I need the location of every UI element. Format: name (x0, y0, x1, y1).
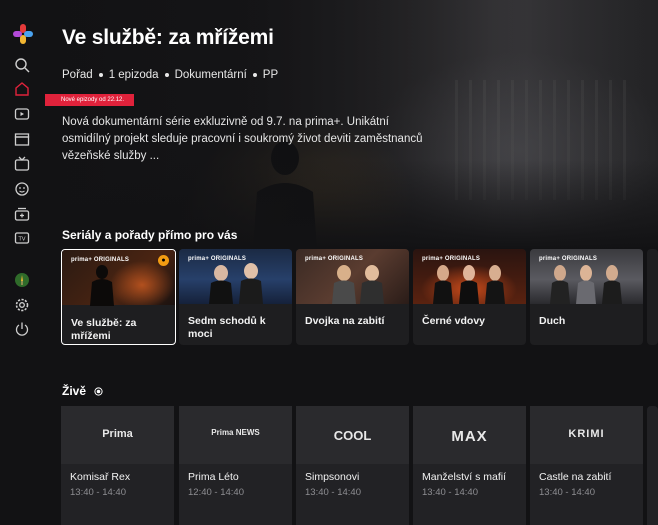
show-card-brand: prima+ ORIGINALS (188, 256, 247, 262)
live-indicator-icon (94, 387, 103, 396)
tv-add-icon[interactable] (13, 205, 31, 223)
live-show-title: Komisař Rex (70, 471, 131, 483)
channel-logo: COOL (333, 428, 372, 443)
live-show-time: 13:40 - 14:40 (539, 487, 595, 498)
channel-logo: KRIMI (568, 428, 605, 440)
live-show-time: 12:40 - 14:40 (188, 487, 244, 498)
show-card-brand: prima+ ORIGINALS (422, 256, 481, 262)
live-channel-card[interactable]: KRIMI Castle na zabití 13:40 - 14:40 (530, 406, 643, 525)
live-channel-card-partial[interactable] (647, 406, 658, 525)
show-card[interactable]: prima+ ORIGINALS Duch (530, 249, 643, 345)
settings-icon[interactable] (13, 296, 31, 314)
profile-avatar-icon[interactable] (13, 271, 31, 289)
show-card[interactable]: prima+ ORIGINALS ● Ve službě: za mřížemi (61, 249, 176, 345)
live-show-time: 13:40 - 14:40 (70, 487, 126, 498)
live-show-time: 13:40 - 14:40 (422, 487, 478, 498)
show-card-brand: prima+ ORIGINALS (305, 256, 364, 262)
prima-plus-logo-icon[interactable] (12, 23, 34, 45)
kids-icon[interactable] (13, 180, 31, 198)
show-card-thumbnail: prima+ ORIGINALS (179, 249, 292, 304)
show-card-thumbnail: prima+ ORIGINALS ● (62, 250, 175, 306)
live-channel-card[interactable]: Prima NEWS Prima Léto 12:40 - 14:40 (179, 406, 292, 525)
channel-logo: Prima NEWS (211, 428, 260, 437)
live-show-title: Simpsonovi (305, 471, 360, 483)
meta-genre: Dokumentární (174, 69, 247, 81)
show-card-title: Duch (539, 315, 566, 327)
tv-guide-icon[interactable]: TV (13, 229, 31, 247)
show-meta: Pořad 1 epizoda Dokumentární PP (62, 69, 278, 81)
play-icon[interactable] (13, 105, 31, 123)
home-icon[interactable] (13, 80, 31, 98)
show-card-title: Sedm schodů k moci (188, 315, 266, 340)
live-show-time: 13:40 - 14:40 (305, 487, 361, 498)
search-icon[interactable] (13, 56, 31, 74)
channel-logo: MAX (451, 428, 488, 445)
lock-icon: ● (158, 255, 169, 266)
show-card-partial[interactable] (647, 249, 658, 345)
power-icon[interactable] (13, 320, 31, 338)
show-card-brand: prima+ ORIGINALS (539, 256, 598, 262)
show-card[interactable]: prima+ ORIGINALS Černé vdovy (413, 249, 526, 345)
show-card-thumbnail: prima+ ORIGINALS (413, 249, 526, 304)
live-show-title: Manželství s mafií (422, 471, 507, 483)
show-card-title: Ve službě: za mřížemi (71, 317, 137, 342)
live-channel-card[interactable]: MAX Manželství s mafií 13:40 - 14:40 (413, 406, 526, 525)
show-card-thumbnail: prima+ ORIGINALS (296, 249, 409, 304)
show-card-thumbnail: prima+ ORIGINALS (530, 249, 643, 304)
svg-text:TV: TV (17, 237, 25, 243)
show-card[interactable]: prima+ ORIGINALS Dvojka na zabití (296, 249, 409, 345)
channel-logo: Prima (102, 428, 133, 440)
show-card[interactable]: prima+ ORIGINALS Sedm schodů k moci (179, 249, 292, 345)
meta-type: Pořad (62, 69, 93, 81)
tv-icon[interactable] (13, 155, 31, 173)
clapperboard-icon[interactable] (13, 130, 31, 148)
live-channel-card[interactable]: Prima Komisař Rex 13:40 - 14:40 (61, 406, 174, 525)
show-card-title: Černé vdovy (422, 315, 486, 327)
sidebar: TV (0, 0, 44, 525)
live-show-title: Castle na zabití (539, 471, 612, 483)
live-show-title: Prima Léto (188, 471, 239, 483)
meta-rating: PP (262, 69, 279, 81)
live-channel-card[interactable]: COOL Simpsonovi 13:40 - 14:40 (296, 406, 409, 525)
live-section-title: Živě (62, 384, 103, 398)
page-title: Ve službě: za mřížemi (62, 26, 274, 49)
meta-episodes: 1 epizoda (108, 69, 159, 81)
new-episodes-badge: Nové epizody od 22.12. (45, 94, 135, 106)
recommended-section-title: Seriály a pořady přímo pro vás (62, 228, 238, 242)
show-card-title: Dvojka na zabití (305, 315, 385, 327)
show-card-brand: prima+ ORIGINALS (71, 257, 130, 263)
show-description: Nová dokumentární série exkluzivně od 9.… (62, 116, 423, 162)
